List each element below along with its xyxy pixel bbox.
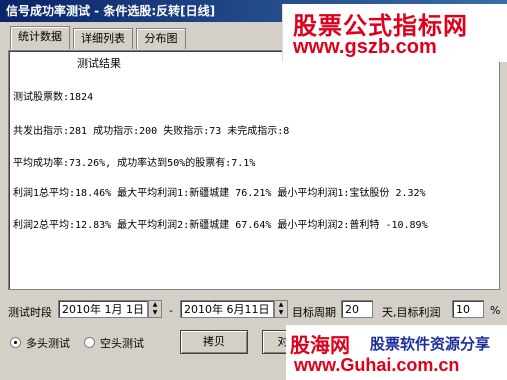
date-separator: - [169,304,173,317]
watermark-bottom-url: www.Guhai.com.cn [294,355,460,375]
watermark-url: www.gszb.com [293,36,437,58]
tab-distribution[interactable]: 分布图 [136,28,186,49]
copy-button[interactable]: 拷贝 [180,330,248,354]
target-profit-label: 天,目标利润 [382,306,441,319]
watermark-slogan: 股票软件资源分享 [370,335,491,353]
target-period-label: 目标周期 [292,306,336,319]
window-title: 信号成功率测试 - 条件选股:反转[日线] [6,4,216,18]
period-label: 测试时段 [8,306,52,319]
start-date-field[interactable]: 2010年 1月 1日 [58,300,148,318]
start-date-spinner[interactable]: ▲ ▼ [148,300,162,318]
radio-short-label: 空头测试 [100,337,144,350]
target-period-input[interactable]: 20 [341,300,373,318]
result-line-signals: 共发出指示:281 成功指示:200 失败指示:73 未完成指示:8 [13,126,290,137]
end-date-field[interactable]: 2010年 6月11日 [180,300,274,318]
radio-long-test[interactable] [10,337,21,348]
tab-statistics[interactable]: 统计数据 [10,26,70,49]
watermark-logo: 股海网 [290,333,350,357]
radio-long-label: 多头测试 [26,337,70,350]
results-heading: 测试结果 [77,57,121,70]
tab-detail-list[interactable]: 详细列表 [73,28,133,49]
radio-short-test[interactable] [84,337,95,348]
results-panel: 测试结果 测试股票数:1824 共发出指示:281 成功指示:200 失败指示:… [8,50,500,290]
result-line-success-rate: 平均成功率:73.26%, 成功率达到50%的股票有:7.1% [13,158,256,169]
top-watermark: 股票公式指标网 www.gszb.com [282,4,507,62]
result-line-stock-count: 测试股票数:1824 [13,92,94,103]
bottom-watermark: 股海网 股票软件资源分享 www.Guhai.com.cn [286,325,507,380]
result-line-profit2: 利润2总平均:12.83% 最大平均利润2:新疆城建 67.64% 最小平均利润… [13,220,428,231]
percent-label: % [490,304,501,317]
target-profit-input[interactable]: 10 [452,300,484,318]
end-date-spinner[interactable]: ▲ ▼ [274,300,288,318]
result-line-profit1: 利润1总平均:18.46% 最大平均利润1:新疆城建 76.21% 最小平均利润… [13,188,426,199]
